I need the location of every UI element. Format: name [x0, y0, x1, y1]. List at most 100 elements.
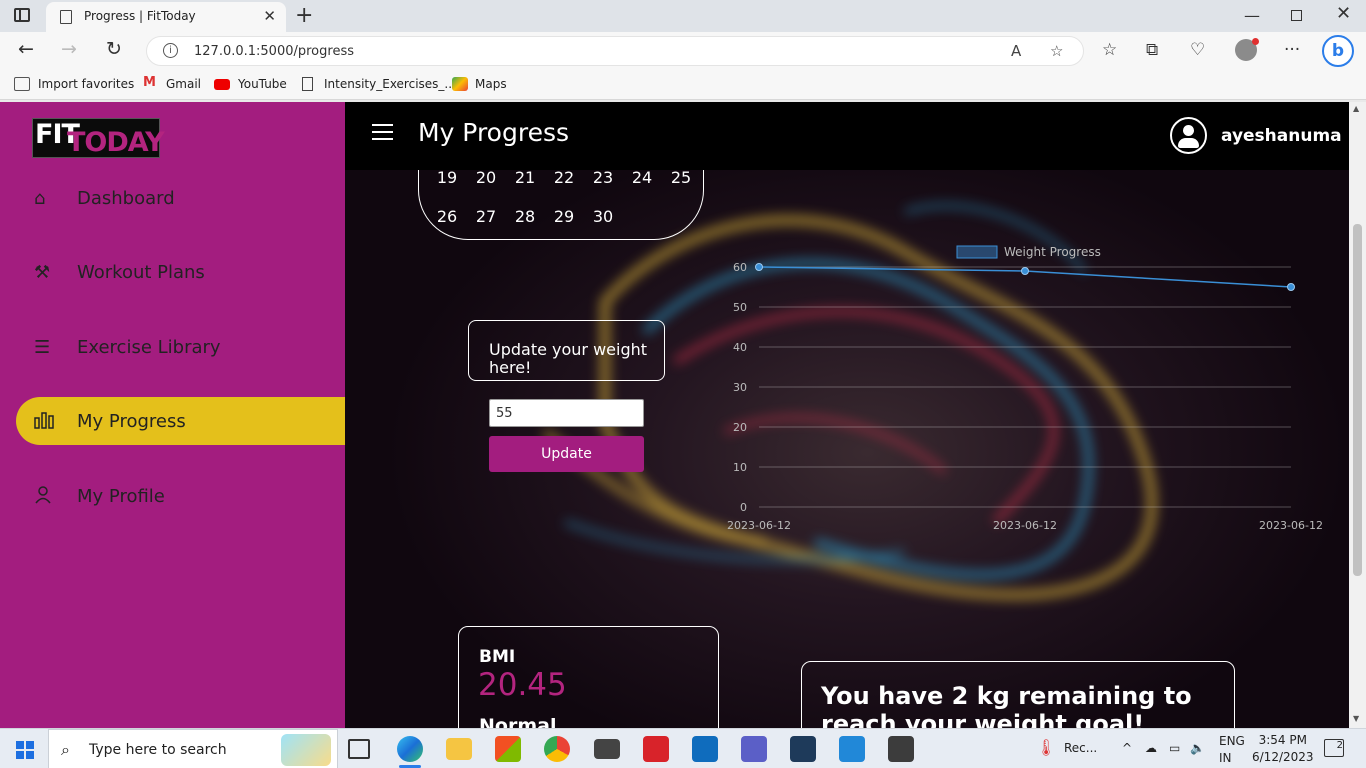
- weight-input[interactable]: [489, 399, 644, 427]
- site-info-icon[interactable]: i: [163, 43, 178, 58]
- windows-start-icon[interactable]: [16, 741, 34, 759]
- task-view-icon[interactable]: [348, 739, 370, 759]
- sidebar: FIT TODAY ⌂ Dashboard ⚒ Workout Plans ☰ …: [0, 102, 345, 728]
- sidebar-item-my-progress[interactable]: My Progress: [16, 397, 345, 445]
- favorites-icon[interactable]: ☆: [1102, 40, 1117, 60]
- volume-icon[interactable]: 🔈: [1190, 741, 1205, 755]
- tab-actions-icon[interactable]: [14, 8, 30, 22]
- calendar-day[interactable]: 20: [472, 168, 500, 187]
- sidebar-item-dashboard[interactable]: ⌂ Dashboard: [16, 176, 345, 224]
- vscode-icon[interactable]: [839, 736, 865, 762]
- home-icon: ⌂: [34, 188, 46, 209]
- calendar-day[interactable]: 21: [511, 168, 539, 187]
- photos-icon[interactable]: [888, 736, 914, 762]
- favorite-import[interactable]: Import favorites: [38, 77, 134, 91]
- bmi-label: BMI: [479, 647, 516, 667]
- bing-icon[interactable]: b: [1322, 35, 1354, 67]
- calendar-day[interactable]: 25: [667, 168, 695, 187]
- scroll-up-icon[interactable]: ▲: [1353, 104, 1359, 113]
- page: FIT TODAY ⌂ Dashboard ⚒ Workout Plans ☰ …: [0, 102, 1366, 728]
- search-placeholder: Type here to search: [89, 742, 227, 758]
- edge-icon[interactable]: [397, 736, 423, 762]
- teams-icon[interactable]: [741, 736, 767, 762]
- favorite-star-icon[interactable]: ☆: [1050, 42, 1063, 60]
- language-indicator[interactable]: ENG IN: [1219, 733, 1245, 767]
- forward-icon[interactable]: →: [61, 38, 77, 60]
- wifi-icon[interactable]: ▭: [1169, 741, 1180, 755]
- username[interactable]: ayeshanuma: [1221, 126, 1342, 146]
- user-icon: [34, 486, 52, 509]
- taskbar-search[interactable]: ⌕ Type here to search: [48, 729, 338, 768]
- calendar-day[interactable]: 24: [628, 168, 656, 187]
- y-tick-label: 50: [733, 301, 747, 314]
- calendar-day[interactable]: 30: [589, 207, 617, 226]
- close-window-icon[interactable]: ✕: [1336, 3, 1351, 24]
- calendar-day[interactable]: 19: [433, 168, 461, 187]
- calendar-day[interactable]: 28: [511, 207, 539, 226]
- sidebar-item-my-profile[interactable]: My Profile: [16, 474, 345, 522]
- logo[interactable]: FIT TODAY: [32, 118, 165, 158]
- maximize-icon[interactable]: [1291, 10, 1302, 21]
- extensions-icon[interactable]: ♡: [1190, 40, 1205, 60]
- favorites-bar: Import favorites M Gmail YouTube Intensi…: [0, 70, 1366, 100]
- favorite-gmail[interactable]: Gmail: [166, 77, 201, 91]
- search-highlight-image: [281, 734, 331, 766]
- page-title: My Progress: [418, 118, 570, 147]
- update-button[interactable]: Update: [489, 436, 644, 472]
- network-drive-icon[interactable]: ☁: [1145, 741, 1157, 755]
- favorite-intensity[interactable]: Intensity_Exercises_...: [324, 77, 456, 91]
- y-tick-label: 20: [733, 421, 747, 434]
- store-icon[interactable]: [495, 736, 521, 762]
- browser-tab-bar: Progress | FitToday ✕ + — ✕: [0, 0, 1366, 32]
- bmi-status: Normal: [479, 715, 557, 728]
- favorite-youtube[interactable]: YouTube: [238, 77, 287, 91]
- logo-today-text: TODAY: [67, 127, 165, 158]
- calendar-day[interactable]: 23: [589, 168, 617, 187]
- sidebar-item-workout-plans[interactable]: ⚒ Workout Plans: [16, 250, 345, 298]
- address-bar[interactable]: i 127.0.0.1:5000/progress A ☆: [146, 36, 1084, 66]
- url-text[interactable]: 127.0.0.1:5000/progress: [194, 44, 354, 59]
- close-tab-icon[interactable]: ✕: [263, 7, 276, 25]
- region-code: IN: [1219, 751, 1232, 765]
- wps-office-icon[interactable]: [643, 736, 669, 762]
- y-tick-label: 0: [740, 501, 747, 514]
- calendar-day[interactable]: 26: [433, 207, 461, 226]
- clock[interactable]: 3:54 PM 6/12/2023: [1252, 732, 1314, 766]
- notification-icon[interactable]: 2: [1324, 739, 1344, 757]
- user-avatar-icon[interactable]: [1170, 117, 1207, 154]
- profile-avatar[interactable]: [1235, 38, 1259, 61]
- new-tab-icon[interactable]: +: [295, 3, 313, 28]
- scroll-thumb[interactable]: [1353, 224, 1362, 576]
- taskbar: ⌕ Type here to search 🌡 Rec... ^ ☁ ▭ 🔈 E…: [0, 728, 1366, 768]
- tray-app-label[interactable]: Rec...: [1064, 741, 1097, 755]
- date: 6/12/2023: [1252, 750, 1314, 764]
- page-favicon-icon: [60, 10, 72, 24]
- gmail-icon: M: [143, 75, 156, 90]
- calendar-day[interactable]: 27: [472, 207, 500, 226]
- calendar-day[interactable]: 22: [550, 168, 578, 187]
- import-icon: [14, 77, 30, 91]
- browser-nav-bar: ← → ↻ i 127.0.0.1:5000/progress A ☆ ☆ ⧉ …: [0, 32, 1366, 70]
- scroll-down-icon[interactable]: ▼: [1353, 714, 1359, 723]
- minimize-icon[interactable]: —: [1244, 6, 1260, 25]
- chevron-up-icon[interactable]: ^: [1122, 741, 1132, 755]
- chrome-icon[interactable]: [544, 736, 570, 762]
- mail-icon[interactable]: [594, 739, 620, 759]
- favorite-maps[interactable]: Maps: [475, 77, 507, 91]
- clipboard-icon: ☰: [34, 337, 51, 358]
- refresh-icon[interactable]: ↻: [106, 38, 122, 60]
- scrollbar[interactable]: ▲ ▼: [1349, 102, 1366, 728]
- file-explorer-icon[interactable]: [446, 738, 472, 760]
- more-options-icon[interactable]: ···: [1284, 40, 1300, 60]
- back-icon[interactable]: ←: [18, 38, 34, 60]
- sidebar-item-exercise-library[interactable]: ☰ Exercise Library: [16, 325, 345, 373]
- app-icon[interactable]: [790, 736, 816, 762]
- calendar-day[interactable]: 29: [550, 207, 578, 226]
- thermometer-icon[interactable]: 🌡: [1036, 738, 1056, 757]
- outlook-icon[interactable]: [692, 736, 718, 762]
- menu-icon[interactable]: [372, 124, 393, 141]
- main-content: My Progress ayeshanuma 19 20 21 22 23 24…: [345, 102, 1349, 728]
- read-aloud-icon[interactable]: A: [1011, 42, 1021, 60]
- browser-tab[interactable]: Progress | FitToday ✕: [46, 2, 286, 32]
- collections-icon[interactable]: ⧉: [1146, 40, 1158, 60]
